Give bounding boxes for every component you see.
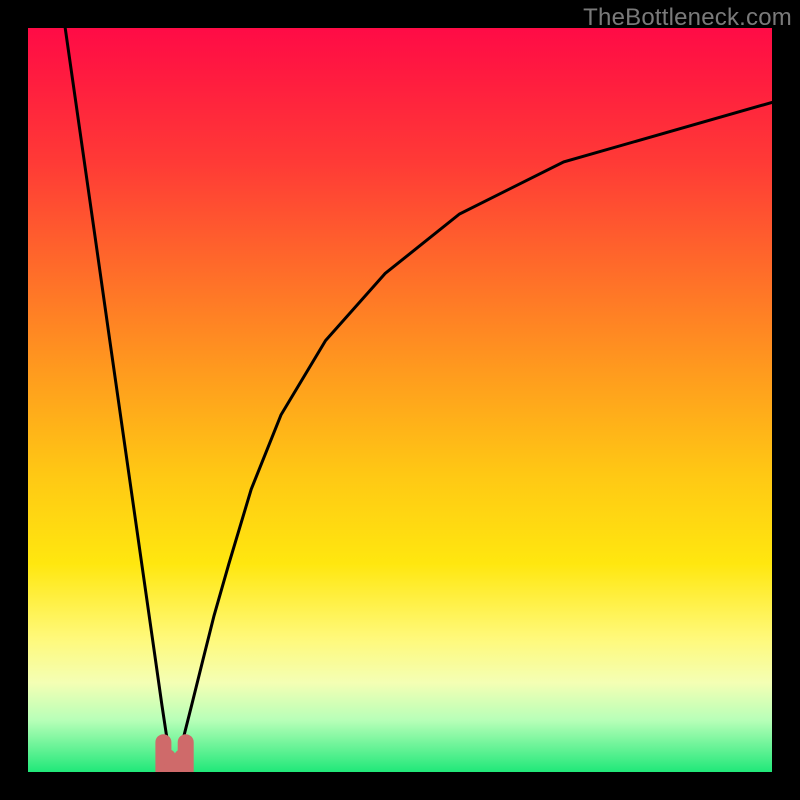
min-marker-left bbox=[160, 749, 176, 765]
chart-frame: TheBottleneck.com bbox=[0, 0, 800, 800]
plot-area bbox=[28, 28, 772, 772]
bottleneck-curve-left bbox=[65, 28, 173, 772]
bottleneck-curve-right bbox=[173, 102, 772, 772]
min-marker-right bbox=[174, 749, 190, 765]
watermark-text: TheBottleneck.com bbox=[583, 4, 792, 32]
curve-layer bbox=[28, 28, 772, 772]
